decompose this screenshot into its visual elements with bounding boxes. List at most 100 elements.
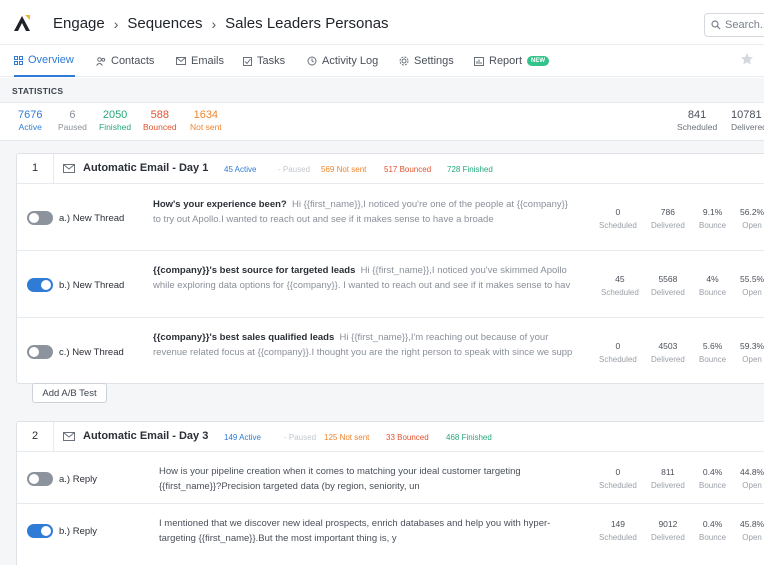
tab-label: Contacts — [111, 55, 155, 67]
step-not-sent-count[interactable]: 569 Not sent — [321, 165, 366, 174]
step-not-sent-count[interactable]: 125 Not sent — [324, 433, 369, 442]
row-stat-delivered: 9012 Delivered — [651, 519, 685, 542]
variant-toggle[interactable] — [27, 211, 53, 225]
row-stat-open: 45.8% Open — [740, 519, 764, 542]
stat-label: Bounce — [699, 533, 727, 542]
stat-label: Bounced — [143, 122, 177, 132]
row-stat-open: 59.3% Open — [740, 341, 764, 364]
step-paused-count[interactable]: - Paused — [284, 433, 316, 442]
step-header: 1 Automatic Email - Day 1 45 Active - Pa… — [17, 154, 764, 184]
stat-value: 44.8% — [740, 467, 764, 477]
step-paused-count[interactable]: - Paused — [278, 165, 310, 174]
breadcrumb-engage[interactable]: Engage — [53, 15, 105, 32]
stat-label: Open — [742, 481, 762, 490]
stat-value: 1634 — [193, 109, 219, 121]
step-active-count[interactable]: 45 Active — [224, 165, 256, 174]
step-title[interactable]: Automatic Email - Day 1 — [83, 162, 208, 174]
stat-bounced[interactable]: 588 Bounced — [143, 109, 177, 132]
stat-value: 841 — [687, 109, 707, 121]
sequence-step-card: 1 Automatic Email - Day 1 45 Active - Pa… — [16, 153, 764, 384]
stat-not-sent[interactable]: 1634 Not sent — [190, 109, 222, 132]
email-body[interactable]: How is your pipeline creation when it co… — [159, 464, 569, 494]
star-icon[interactable] — [740, 52, 754, 66]
step-header: 2 Automatic Email - Day 3 149 Active - P… — [17, 422, 764, 452]
email-subject: How's your experience been? — [153, 199, 287, 210]
tab-overview[interactable]: Overview — [14, 45, 75, 77]
search-input[interactable]: Search... — [704, 13, 764, 37]
email-preview[interactable]: How's your experience been? Hi {{first_n… — [153, 197, 573, 227]
email-preview[interactable]: {{company}}'s best source for targeted l… — [153, 263, 573, 293]
stat-value: 59.3% — [740, 341, 764, 351]
step-bounced-count[interactable]: 33 Bounced — [386, 433, 429, 442]
step-number: 1 — [17, 154, 54, 184]
row-stat-scheduled: 0 Scheduled — [599, 467, 637, 490]
envelope-icon — [63, 432, 75, 441]
variant-toggle[interactable] — [27, 278, 53, 292]
row-stat-scheduled: 45 Scheduled — [601, 274, 639, 297]
tab-label: Settings — [414, 55, 454, 67]
stat-value: 6 — [69, 109, 76, 121]
add-ab-test-button[interactable]: Add A/B Test — [32, 383, 107, 403]
stat-value: 149 — [610, 519, 625, 529]
stat-label: Delivered — [651, 481, 685, 490]
tab-label: Report — [489, 55, 523, 67]
envelope-icon — [176, 57, 186, 65]
stat-value: 0 — [615, 207, 621, 217]
stat-label: Scheduled — [601, 288, 639, 297]
stat-label: Scheduled — [599, 355, 637, 364]
email-variant-row[interactable]: b.) Reply I mentioned that we discover n… — [17, 504, 764, 556]
row-stat-delivered: 786 Delivered — [651, 207, 685, 230]
email-variant-row[interactable]: b.) New Thread {{company}}'s best source… — [17, 251, 764, 318]
stat-label: Open — [742, 533, 762, 542]
email-subject: {{company}}'s best sales qualified leads — [153, 332, 335, 343]
step-active-count[interactable]: 149 Active — [224, 433, 261, 442]
stat-value: 811 — [661, 467, 675, 477]
step-bounced-count[interactable]: 517 Bounced — [384, 165, 431, 174]
tab-emails[interactable]: Emails — [176, 45, 224, 77]
variant-label: b.) New Thread — [59, 280, 125, 291]
stat-label: Scheduled — [599, 481, 637, 490]
row-stat-bounce: 9.1% Bounce — [699, 207, 726, 230]
tab-report[interactable]: Report NEW — [474, 45, 550, 77]
email-body[interactable]: I mentioned that we discover new ideal p… — [159, 516, 569, 546]
email-preview[interactable]: {{company}}'s best sales qualified leads… — [153, 330, 573, 360]
stat-value: 56.2% — [740, 207, 764, 217]
grid-icon — [14, 55, 23, 65]
variant-toggle[interactable] — [27, 345, 53, 359]
step-title[interactable]: Automatic Email - Day 3 — [83, 430, 208, 442]
stat-value: 588 — [150, 109, 169, 121]
email-variant-row[interactable]: c.) New Thread {{company}}'s best sales … — [17, 318, 764, 384]
gear-icon — [399, 56, 409, 66]
tab-label: Tasks — [257, 55, 286, 67]
stat-label: Delivered — [651, 221, 685, 230]
row-stat-bounce: 0.4% Bounce — [699, 519, 726, 542]
email-variant-row[interactable]: a.) Reply How is your pipeline creation … — [17, 452, 764, 504]
stat-label: Scheduled — [677, 122, 718, 132]
breadcrumb-sequences[interactable]: Sequences — [127, 15, 202, 32]
variant-toggle[interactable] — [27, 524, 53, 538]
tab-bar: Overview Contacts Emails Tasks Activity … — [0, 45, 764, 77]
row-stat-bounce: 5.6% Bounce — [699, 341, 726, 364]
apollo-logo-icon[interactable] — [12, 13, 32, 33]
checkbox-icon — [243, 56, 252, 66]
row-stat-delivered: 811 Delivered — [651, 467, 685, 490]
row-stat-open: 56.2% Open — [740, 207, 764, 230]
step-finished-count[interactable]: 468 Finished — [446, 433, 492, 442]
stat-paused[interactable]: 6 Paused — [58, 109, 87, 132]
stat-finished[interactable]: 2050 Finished — [99, 109, 131, 132]
step-finished-count[interactable]: 728 Finished — [447, 165, 493, 174]
stat-value: 45.8% — [740, 519, 764, 529]
variant-toggle[interactable] — [27, 472, 53, 486]
breadcrumb: Engage › Sequences › Sales Leaders Perso… — [53, 15, 389, 32]
email-variant-row[interactable]: a.) New Thread How's your experience bee… — [17, 184, 764, 251]
row-stat-bounce: 0.4% Bounce — [699, 467, 726, 490]
tab-settings[interactable]: Settings — [399, 45, 454, 77]
stat-value: 55.5% — [740, 274, 764, 284]
tab-contacts[interactable]: Contacts — [96, 45, 154, 77]
stat-active[interactable]: 7676 Active — [18, 109, 42, 132]
tab-activity-log[interactable]: Activity Log — [307, 45, 378, 77]
chevron-right-icon: › — [211, 15, 217, 32]
stat-label: Scheduled — [599, 533, 637, 542]
tab-tasks[interactable]: Tasks — [243, 45, 285, 77]
stat-label: Active — [18, 122, 42, 132]
